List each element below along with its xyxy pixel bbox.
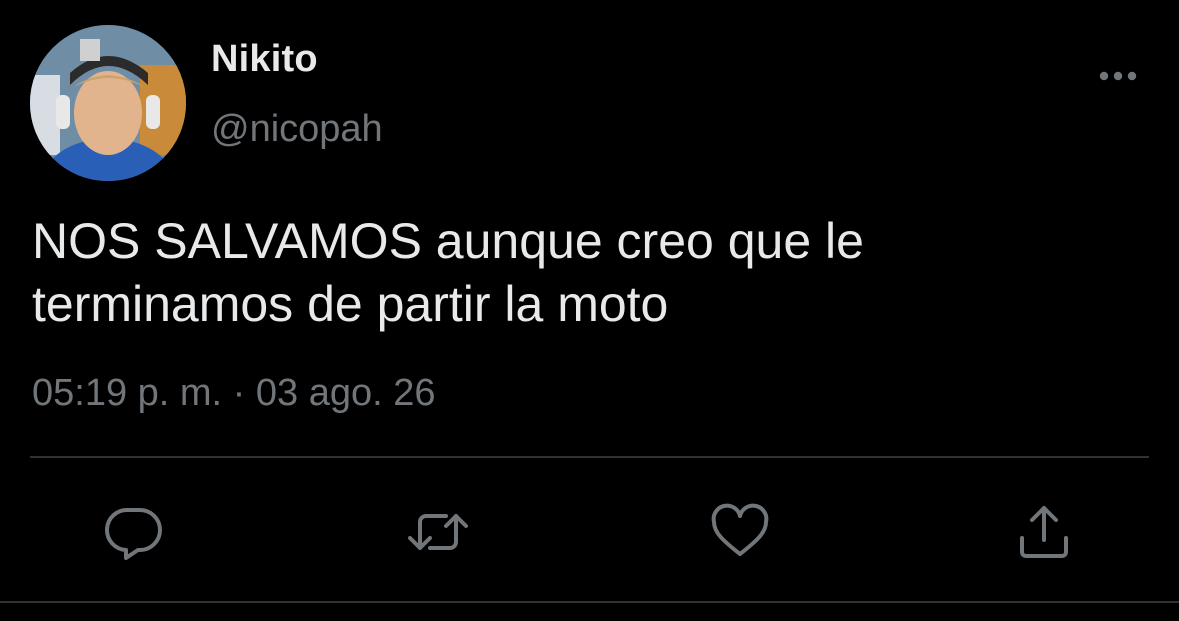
tweet-timestamp[interactable]: 05:19 p. m. · 03 ago. 26 bbox=[32, 372, 436, 415]
share-button[interactable] bbox=[1012, 500, 1076, 564]
bottom-divider bbox=[0, 601, 1179, 603]
user-handle[interactable]: @nicopah bbox=[211, 108, 383, 151]
display-name[interactable]: Nikito bbox=[211, 38, 318, 81]
retweet-button[interactable] bbox=[406, 500, 470, 564]
tweet-card: Nikito @nicopah NOS SALVAMOS aunque creo… bbox=[0, 0, 1179, 621]
heart-icon bbox=[711, 503, 769, 556]
divider bbox=[30, 456, 1149, 458]
tweet-time: 05:19 p. m. bbox=[32, 372, 223, 414]
tweet-text: NOS SALVAMOS aunque creo que le terminam… bbox=[32, 213, 864, 332]
avatar[interactable] bbox=[30, 25, 186, 181]
retweet-icon bbox=[408, 514, 468, 550]
more-options-button[interactable] bbox=[1090, 58, 1146, 94]
share-icon bbox=[1020, 506, 1068, 558]
more-icon bbox=[1099, 71, 1137, 81]
tweet-date: 03 ago. 26 bbox=[255, 372, 436, 414]
reply-icon bbox=[104, 507, 162, 560]
meta-separator: · bbox=[222, 372, 256, 414]
reply-button[interactable] bbox=[102, 500, 166, 564]
profile-photo-icon bbox=[30, 25, 186, 181]
like-button[interactable] bbox=[708, 500, 772, 564]
